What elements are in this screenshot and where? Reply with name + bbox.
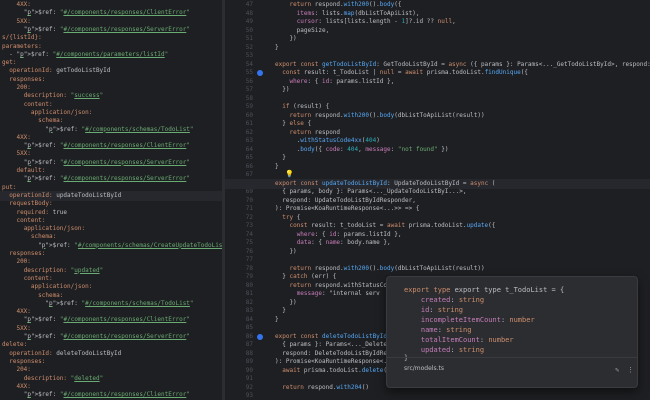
popup-line: updated: string [420, 346, 485, 354]
pencil-icon[interactable]: ✎ [615, 366, 619, 374]
popup-line: export type export type t_TodoList = { [404, 286, 565, 294]
popup-line: } [404, 354, 409, 362]
popup-separator [387, 357, 637, 358]
ts-line [225, 391, 650, 400]
popup-line: incompleteItemCount: number [420, 316, 535, 324]
popup-line: name: string [420, 326, 472, 334]
popup-line: created: string [420, 296, 485, 304]
yaml-line: "p">$ref: "#/components/responses/Client… [0, 390, 222, 400]
popup-file-path[interactable]: src/models.ts [404, 365, 444, 372]
more-vertical-icon[interactable]: ⋮ [627, 366, 634, 374]
yaml-line-text: "p">$ref: "#/components/responses/Client… [23, 391, 190, 399]
popup-line: totalItemCount: number [420, 336, 514, 344]
type-info-popup: export type export type t_TodoList = { c… [386, 276, 638, 388]
openapi-yaml-editor[interactable]: 4XX: "p">$ref: "#/components/responses/C… [0, 0, 222, 400]
popup-line: id: string [420, 306, 464, 314]
